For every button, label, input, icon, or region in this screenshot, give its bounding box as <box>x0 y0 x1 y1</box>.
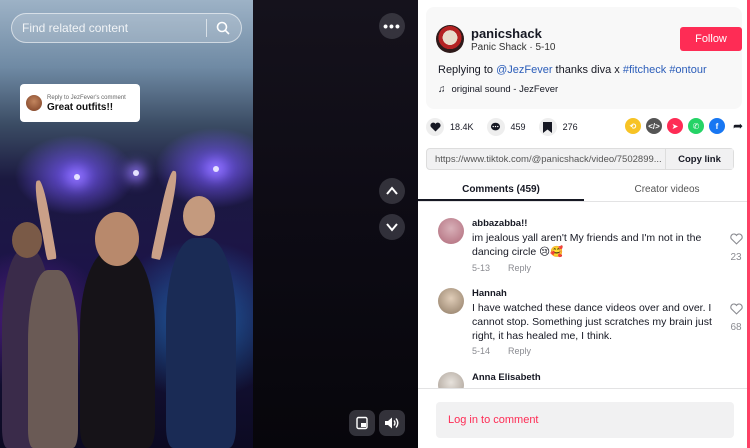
comment-like-count: 68 <box>730 322 742 333</box>
caption-mention-link[interactable]: @JezFever <box>496 64 552 76</box>
creator-username[interactable]: panicshack <box>471 26 542 41</box>
comment-item: Hannah I have watched these dance videos… <box>438 288 743 368</box>
search-icon[interactable] <box>215 20 231 36</box>
music-note-icon: ♫ <box>438 84 446 95</box>
hashtag-link[interactable]: #fitcheck <box>623 64 666 76</box>
dancer-head <box>95 212 139 266</box>
post-header: panicshack Panic Shack · 5-10 Follow Rep… <box>426 7 742 109</box>
comment-text: I have watched these dance videos over a… <box>472 302 712 342</box>
sound-link[interactable]: ♫ original sound - JezFever <box>438 84 558 95</box>
comment-date: 5-13 <box>472 263 491 273</box>
share-url[interactable]: https://www.tiktok.com/@panicshack/video… <box>427 154 665 165</box>
dancer-head <box>183 196 215 236</box>
more-icon: ••• <box>383 18 401 34</box>
comment-like-button[interactable]: 68 <box>726 302 746 333</box>
heart-icon <box>426 118 444 136</box>
comment-text: im jealous yall aren't My friends and I'… <box>472 232 702 258</box>
comment-list[interactable]: abbazabba!! im jealous yall aren't My fr… <box>418 210 750 388</box>
share-link-row: https://www.tiktok.com/@panicshack/video… <box>426 148 734 170</box>
comment-author[interactable]: Anna Elisabeth <box>472 372 541 383</box>
previous-video-button[interactable] <box>379 178 405 204</box>
avatar[interactable] <box>438 218 464 244</box>
reply-to-label: Reply to JezFever's comment <box>47 94 126 101</box>
volume-button[interactable] <box>379 410 405 436</box>
panel-tabs: Comments (459) Creator videos <box>418 180 750 202</box>
reply-button[interactable]: Reply <box>508 263 531 273</box>
details-panel: panicshack Panic Shack · 5-10 Follow Rep… <box>418 0 750 448</box>
comment-meta: 5-14 Reply <box>472 346 531 356</box>
hashtag-link[interactable]: #ontour <box>669 64 706 76</box>
chevron-down-icon <box>386 223 398 232</box>
avatar[interactable] <box>438 288 464 314</box>
heart-outline-icon <box>729 233 743 245</box>
creator-avatar[interactable] <box>436 25 464 53</box>
copy-link-button[interactable]: Copy link <box>665 149 733 169</box>
stage-light <box>133 170 139 176</box>
avatar <box>26 95 42 111</box>
share-icons: ⟲ </> ➤ ✆ f ➦ <box>625 118 746 134</box>
heart-outline-icon <box>729 303 743 315</box>
share-arrow-icon[interactable]: ➦ <box>730 118 746 134</box>
facebook-icon[interactable]: f <box>709 118 725 134</box>
tiktok-page: Reply to JezFever's comment Great outfit… <box>0 0 750 448</box>
search-divider <box>206 19 207 37</box>
tab-creator-videos[interactable]: Creator videos <box>584 180 750 201</box>
raised-arm <box>150 169 180 261</box>
like-count: 18.4K <box>450 122 474 132</box>
comment-item: abbazabba!! im jealous yall aren't My fr… <box>438 218 743 280</box>
comment-like-button[interactable]: 23 <box>726 232 746 263</box>
login-to-comment-button[interactable]: Log in to comment <box>436 402 734 438</box>
search-input[interactable] <box>22 21 198 35</box>
dancer-right <box>166 238 236 448</box>
comment-count: 459 <box>510 122 526 132</box>
whatsapp-icon[interactable]: ✆ <box>688 118 704 134</box>
comment-icon <box>486 118 505 136</box>
reply-button[interactable]: Reply <box>508 346 531 356</box>
caption-text: thanks diva x <box>552 64 623 76</box>
caption-prefix: Replying to <box>438 64 497 76</box>
tab-comments[interactable]: Comments (459) <box>418 180 584 201</box>
comment-item: Anna Elisabeth <box>438 372 738 388</box>
related-search-bar[interactable] <box>11 13 242 43</box>
sound-label: original sound - JezFever <box>451 84 559 95</box>
repost-icon[interactable]: ⟲ <box>625 118 641 134</box>
post-caption: Replying to @JezFever thanks diva x #fit… <box>438 64 707 76</box>
volume-icon <box>385 417 399 429</box>
comment-meta: 5-13 Reply <box>472 263 531 273</box>
comment-author[interactable]: Hannah <box>472 288 507 299</box>
like-button[interactable]: 18.4K <box>426 118 474 136</box>
dancer-leopard <box>28 270 78 448</box>
comment-author[interactable]: abbazabba!! <box>472 218 527 229</box>
reply-comment-sticker: Reply to JezFever's comment Great outfit… <box>20 84 140 122</box>
save-count: 276 <box>562 122 578 132</box>
comment-button[interactable]: 459 <box>486 118 526 136</box>
more-options-button[interactable]: ••• <box>379 13 405 39</box>
save-button[interactable]: 276 <box>538 118 578 136</box>
creator-subline: Panic Shack · 5-10 <box>471 42 556 53</box>
comment-like-count: 23 <box>730 252 742 263</box>
comment-date: 5-14 <box>472 346 491 356</box>
avatar[interactable] <box>438 372 464 388</box>
video-frame[interactable] <box>0 0 253 448</box>
reply-comment-text: Great outfits!! <box>47 101 114 113</box>
picture-in-picture-button[interactable] <box>349 410 375 436</box>
follow-button[interactable]: Follow <box>680 27 742 51</box>
comment-footer: Log in to comment <box>418 388 750 448</box>
next-video-button[interactable] <box>379 214 405 240</box>
video-player[interactable]: Reply to JezFever's comment Great outfit… <box>0 0 418 448</box>
bookmark-icon <box>538 118 557 136</box>
chevron-up-icon <box>386 186 398 195</box>
send-icon[interactable]: ➤ <box>667 118 683 134</box>
stage-light <box>213 166 219 172</box>
embed-icon[interactable]: </> <box>646 118 662 134</box>
stage-light <box>74 174 80 180</box>
dancer-center <box>80 250 155 448</box>
dancer-head <box>12 222 42 258</box>
pip-icon <box>356 416 368 430</box>
